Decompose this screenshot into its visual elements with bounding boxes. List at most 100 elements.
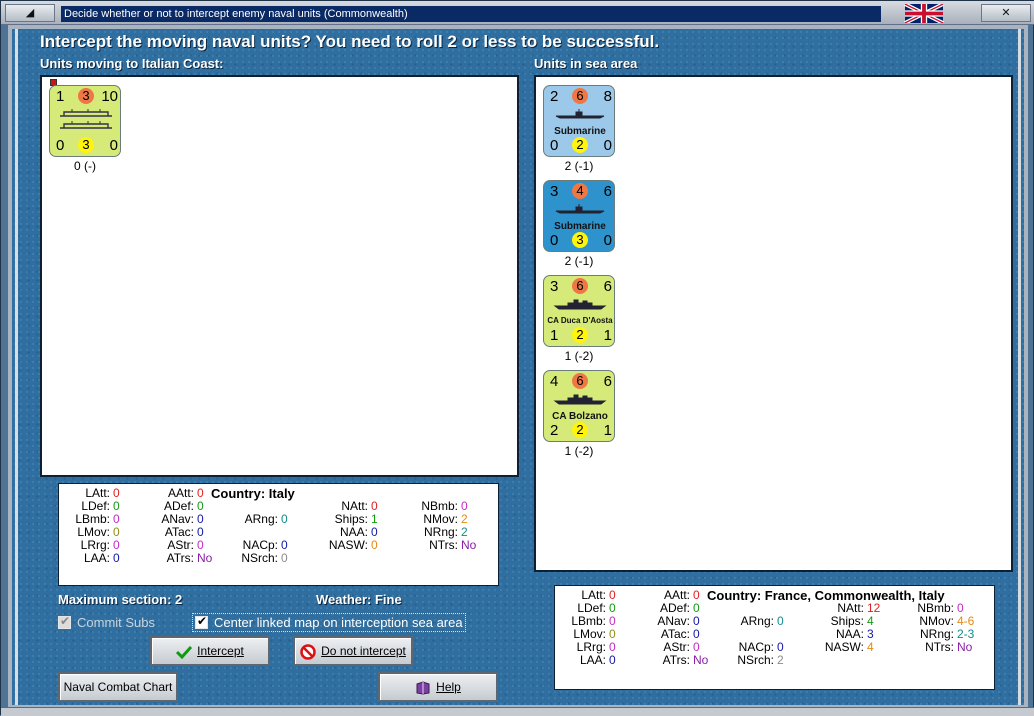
stat-atrs: ATrs: No <box>166 551 213 565</box>
stat-nbmb: NBmb: 0 <box>421 499 468 513</box>
unit-stat: 1 <box>603 422 612 439</box>
do-not-intercept-button[interactable]: Do not intercept <box>293 636 413 666</box>
no-entry-icon <box>300 644 316 660</box>
stat-aatt: AAtt: 0 <box>663 588 700 602</box>
country-label: Country: Italy <box>211 486 295 501</box>
unit-stat: 3 <box>550 183 559 200</box>
stat-nmov: NMov: 4-6 <box>919 614 975 628</box>
unit-stat: 0 <box>550 137 559 154</box>
stat-lmov: LMov: 0 <box>573 627 616 641</box>
moving-units-panel[interactable]: 1 3 10 030 0 (-) <box>40 75 519 477</box>
stat-nsrch: NSrch: 2 <box>737 653 784 667</box>
cruiser-icon <box>553 299 607 310</box>
unit-counter[interactable]: 466 CA Bolzano 221 <box>543 370 615 442</box>
sea-area-stats: Country: France, Commonwealth, Italy LAtt… <box>554 585 995 690</box>
title-bar: ◢ Decide whether or not to intercept ene… <box>1 1 1034 25</box>
stat-lrrg: LRrg: 0 <box>576 640 616 654</box>
commit-subs-checkbox[interactable]: ✔ Commit Subs <box>58 614 155 630</box>
unit-stat: 3 <box>550 278 559 295</box>
unit-counter[interactable]: 366 CA Duca D'Aosta 121 <box>543 275 615 347</box>
stat-nacp: NACp: 0 <box>738 640 784 654</box>
checkbox-icon: ✔ <box>58 614 71 629</box>
unit-stat: 2 <box>550 88 559 105</box>
weather-status: Weather: Fine <box>316 592 402 607</box>
unit-stat: 3 <box>78 137 94 153</box>
help-button[interactable]: Help <box>378 672 498 702</box>
help-book-icon <box>416 681 430 695</box>
stat-arng: ARng: 0 <box>740 614 784 628</box>
unit-name: CA Duca D'Aosta <box>547 316 613 325</box>
center-map-checkbox[interactable]: ✔ Center linked map on interception sea … <box>192 613 466 632</box>
stat-astr: AStr: 0 <box>663 640 700 654</box>
submarine-icon <box>555 204 605 214</box>
dialog-window: ◢ Decide whether or not to intercept ene… <box>0 0 1034 716</box>
close-button[interactable]: ✕ <box>981 4 1031 22</box>
unit-counter[interactable]: 346 Submarine 030 <box>543 180 615 252</box>
unit-stat: 6 <box>603 183 612 200</box>
stat-nmov: NMov: 2 <box>423 512 468 526</box>
stat-nacp: NACp: 0 <box>242 538 288 552</box>
unit-stat: 3 <box>572 232 588 248</box>
checkmark-icon <box>176 645 193 659</box>
stat-natt: NAtt: 0 <box>341 499 378 513</box>
unit-stat: 8 <box>603 88 612 105</box>
unit-stat: 6 <box>603 278 612 295</box>
maximum-section: Maximum section: 2 <box>58 592 183 607</box>
unit-modifier: 2 (-1) <box>564 159 594 173</box>
unit-stat: 6 <box>603 373 612 390</box>
unit-stat: 2 <box>572 422 588 438</box>
stat-anav: ANav: 0 <box>657 614 700 628</box>
intercept-prompt: Intercept the moving naval units? You ne… <box>40 32 660 51</box>
convoy-ships-icon <box>60 109 112 129</box>
stat-nsrch: NSrch: 0 <box>241 551 288 565</box>
stat-latt: LAtt: 0 <box>85 486 120 500</box>
unit-stat: 3 <box>78 88 94 104</box>
stat-astr: AStr: 0 <box>167 538 204 552</box>
stat-atrs: ATrs: No <box>662 653 709 667</box>
submarine-icon <box>555 109 605 119</box>
stat-latt: LAtt: 0 <box>581 588 616 602</box>
stat-lmov: LMov: 0 <box>77 525 120 539</box>
unit-modifier: 0 (-) <box>74 159 96 173</box>
stat-ntrs: NTrs: No <box>429 538 477 552</box>
stat-adef: ADef: 0 <box>659 601 700 615</box>
unit-stat: 10 <box>101 88 118 105</box>
intercept-button[interactable]: Intercept <box>150 636 270 666</box>
naval-combat-chart-button[interactable]: Naval Combat Chart <box>58 672 178 702</box>
checkbox-icon: ✔ <box>195 614 208 629</box>
stat-naa: NAA: 3 <box>835 627 874 641</box>
stat-ldef: LDef: 0 <box>81 499 120 513</box>
window-title: Decide whether or not to intercept enemy… <box>61 6 881 22</box>
moving-units-label: Units moving to Italian Coast: <box>40 56 224 71</box>
dialog-body: Intercept the moving naval units? You ne… <box>8 25 1028 709</box>
system-menu-button[interactable]: ◢ <box>5 4 55 22</box>
unit-stat: 1 <box>56 88 65 105</box>
unit-stat: 4 <box>550 373 559 390</box>
stat-adef: ADef: 0 <box>163 499 204 513</box>
unit-stat: 1 <box>603 327 612 344</box>
unit-stat: 0 <box>109 137 118 154</box>
sea-area-units-label: Units in sea area <box>534 56 638 71</box>
cruiser-icon <box>553 394 607 405</box>
close-icon: ✕ <box>1001 7 1011 19</box>
stat-nasw: NASW: 0 <box>328 538 378 552</box>
stat-nasw: NASW: 4 <box>824 640 874 654</box>
stat-anav: ANav: 0 <box>161 512 204 526</box>
stat-atac: ATac: 0 <box>660 627 700 641</box>
unit-stat: 6 <box>572 278 588 294</box>
unit-stat: 0 <box>550 232 559 249</box>
stat-ntrs: NTrs: No <box>925 640 973 654</box>
unit-counter[interactable]: 1 3 10 030 <box>49 85 121 157</box>
stat-laa: LAA: 0 <box>579 653 616 667</box>
unit-counter[interactable]: 268 Submarine 020 <box>543 85 615 157</box>
unit-stat: 2 <box>550 422 559 439</box>
moving-units-stats: Country: Italy LAtt: 0 LDef: 0 LBmb: 0 LMov: 0 LR… <box>58 483 499 586</box>
unit-modifier: 1 (-2) <box>564 349 594 363</box>
stat-lbmb: LBmb: 0 <box>571 614 616 628</box>
stat-atac: ATac: 0 <box>164 525 204 539</box>
content-area: Intercept the moving naval units? You ne… <box>15 29 1021 705</box>
sea-area-units-panel[interactable]: 268 Submarine 020 2 (-1) 346 Submarine 0… <box>534 75 1013 572</box>
unit-stat: 0 <box>56 137 65 154</box>
stat-lbmb: LBmb: 0 <box>75 512 120 526</box>
unit-stat: 6 <box>572 373 588 389</box>
